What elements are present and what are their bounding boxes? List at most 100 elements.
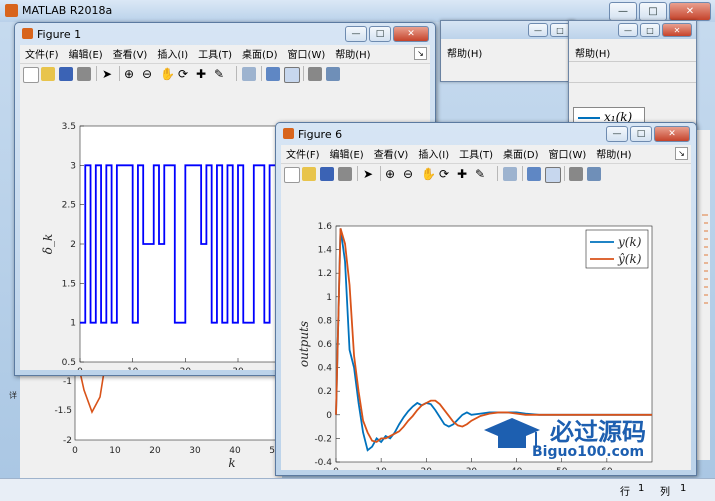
bg-xtick: 30 xyxy=(189,446,201,456)
new-figure-icon[interactable] xyxy=(23,67,39,83)
bg-ytick: -2 xyxy=(63,436,72,446)
rotate-icon[interactable]: ⟳ xyxy=(178,67,192,81)
print-icon[interactable] xyxy=(338,167,352,181)
print-icon[interactable] xyxy=(77,67,91,81)
zoom-out-icon[interactable]: ⊖ xyxy=(142,67,156,81)
y-tick-label: 1 xyxy=(326,293,332,303)
y-axis-label: outputs xyxy=(297,321,311,367)
link-plot-icon[interactable] xyxy=(242,67,256,81)
watermark-brand: 必过源码 xyxy=(550,418,646,446)
menu-edit[interactable]: 编辑(E) xyxy=(325,146,369,161)
data-cursor-icon[interactable]: ✚ xyxy=(196,67,210,81)
save-icon[interactable] xyxy=(320,167,334,181)
status-bar: 行 1 列 1 xyxy=(0,478,715,501)
link-plot-icon[interactable] xyxy=(503,167,517,181)
toolbar-separator xyxy=(357,166,358,181)
figure1-maximize-button[interactable]: □ xyxy=(369,26,391,42)
figure-icon xyxy=(283,128,294,139)
menu-window[interactable]: 窗口(W) xyxy=(544,146,592,161)
save-icon[interactable] xyxy=(59,67,73,81)
figure1-minimize-button[interactable]: — xyxy=(345,26,367,42)
menu-view[interactable]: 查看(V) xyxy=(369,146,414,161)
toolbar-separator xyxy=(236,66,237,81)
figure1-toolbar: ➤ ⊕ ⊖ ✋ ⟳ ✚ ✎ xyxy=(20,63,430,85)
y-tick-label: 0.5 xyxy=(62,358,76,368)
insert-colorbar-icon[interactable] xyxy=(527,167,541,181)
hide-plot-tools-icon[interactable] xyxy=(308,67,322,81)
menu-insert[interactable]: 插入(I) xyxy=(152,46,193,61)
watermark: 必过源码 Biguo100.com xyxy=(478,408,708,468)
insert-legend-icon[interactable] xyxy=(545,167,561,183)
menu-view[interactable]: 查看(V) xyxy=(108,46,153,61)
brush-icon[interactable]: ✎ xyxy=(214,67,228,81)
status-col-label: 列 xyxy=(660,487,670,498)
pointer-icon[interactable]: ➤ xyxy=(363,167,377,181)
show-plot-tools-icon[interactable] xyxy=(587,167,601,181)
legend-label: ŷ(k) xyxy=(617,252,642,266)
y-tick-label: -0.4 xyxy=(314,458,332,468)
x-tick-label: 30 xyxy=(232,367,244,370)
bg-xtick: 10 xyxy=(109,446,121,456)
y-tick-label: 0.2 xyxy=(318,387,332,397)
brush-icon[interactable]: ✎ xyxy=(475,167,489,181)
x-tick-label: 10 xyxy=(375,467,387,470)
figure6-titlebar[interactable]: Figure 6 — □ ✕ xyxy=(276,123,696,145)
figure1-close-button[interactable]: ✕ xyxy=(393,26,429,42)
bg-side-text: 详 xyxy=(9,390,17,400)
bg-xlabel: k xyxy=(228,456,235,470)
menu-tools[interactable]: 工具(T) xyxy=(454,146,498,161)
hide-plot-tools-icon[interactable] xyxy=(569,167,583,181)
y-tick-label: 0.4 xyxy=(318,364,333,374)
menu-file[interactable]: 文件(F) xyxy=(20,46,64,61)
menu-insert[interactable]: 插入(I) xyxy=(413,146,454,161)
figure-icon xyxy=(22,28,33,39)
menubar-dock-arrow-icon[interactable]: ↘ xyxy=(675,147,688,160)
bg-xtick: 20 xyxy=(149,446,161,456)
open-file-icon[interactable] xyxy=(302,167,316,181)
y-tick-label: 1.4 xyxy=(318,246,333,256)
zoom-in-icon[interactable]: ⊕ xyxy=(385,167,399,181)
status-row-label: 行 xyxy=(620,487,630,498)
figure6-close-button[interactable]: ✕ xyxy=(654,126,690,142)
figure1-title: Figure 1 xyxy=(37,28,82,41)
show-plot-tools-icon[interactable] xyxy=(326,67,340,81)
menu-help[interactable]: 帮助(H) xyxy=(591,146,636,161)
zoom-out-icon[interactable]: ⊖ xyxy=(403,167,417,181)
toolbar-separator xyxy=(119,66,120,81)
figure1-menubar: 文件(F) 编辑(E) 查看(V) 插入(I) 工具(T) 桌面(D) 窗口(W… xyxy=(20,45,430,62)
data-cursor-icon[interactable]: ✚ xyxy=(457,167,471,181)
menu-edit[interactable]: 编辑(E) xyxy=(64,46,108,61)
x-tick-label: 0 xyxy=(333,467,339,470)
bg-ytick: -1.5 xyxy=(54,406,72,416)
x-tick-label: 20 xyxy=(180,367,192,370)
pan-hand-icon[interactable]: ✋ xyxy=(160,67,175,81)
y-tick-label: -0.2 xyxy=(314,434,332,444)
menubar-dock-arrow-icon[interactable]: ↘ xyxy=(414,47,427,60)
y-tick-label: 1.2 xyxy=(318,269,332,279)
figure6-title: Figure 6 xyxy=(298,128,343,141)
y-tick-label: 0 xyxy=(326,411,332,421)
open-file-icon[interactable] xyxy=(41,67,55,81)
figure6-minimize-button[interactable]: — xyxy=(606,126,628,142)
figure1-titlebar[interactable]: Figure 1 — □ ✕ xyxy=(15,23,435,45)
figure6-menubar: 文件(F) 编辑(E) 查看(V) 插入(I) 工具(T) 桌面(D) 窗口(W… xyxy=(281,145,691,162)
menu-help[interactable]: 帮助(H) xyxy=(330,46,375,61)
zoom-in-icon[interactable]: ⊕ xyxy=(124,67,138,81)
pointer-icon[interactable]: ➤ xyxy=(102,67,116,81)
rotate-icon[interactable]: ⟳ xyxy=(439,167,453,181)
menu-window[interactable]: 窗口(W) xyxy=(283,46,331,61)
bg-xtick: 40 xyxy=(229,446,241,456)
insert-legend-icon[interactable] xyxy=(284,67,300,83)
bg-xtick: 0 xyxy=(72,446,78,456)
menu-tools[interactable]: 工具(T) xyxy=(193,46,237,61)
y-axis-label: δ_k xyxy=(41,234,55,255)
new-figure-icon[interactable] xyxy=(284,167,300,183)
y-tick-label: 3 xyxy=(70,161,76,171)
figure6-maximize-button[interactable]: □ xyxy=(630,126,652,142)
toolbar-separator xyxy=(261,66,262,81)
pan-hand-icon[interactable]: ✋ xyxy=(421,167,436,181)
menu-desktop[interactable]: 桌面(D) xyxy=(237,46,283,61)
menu-file[interactable]: 文件(F) xyxy=(281,146,325,161)
menu-desktop[interactable]: 桌面(D) xyxy=(498,146,544,161)
insert-colorbar-icon[interactable] xyxy=(266,67,280,81)
